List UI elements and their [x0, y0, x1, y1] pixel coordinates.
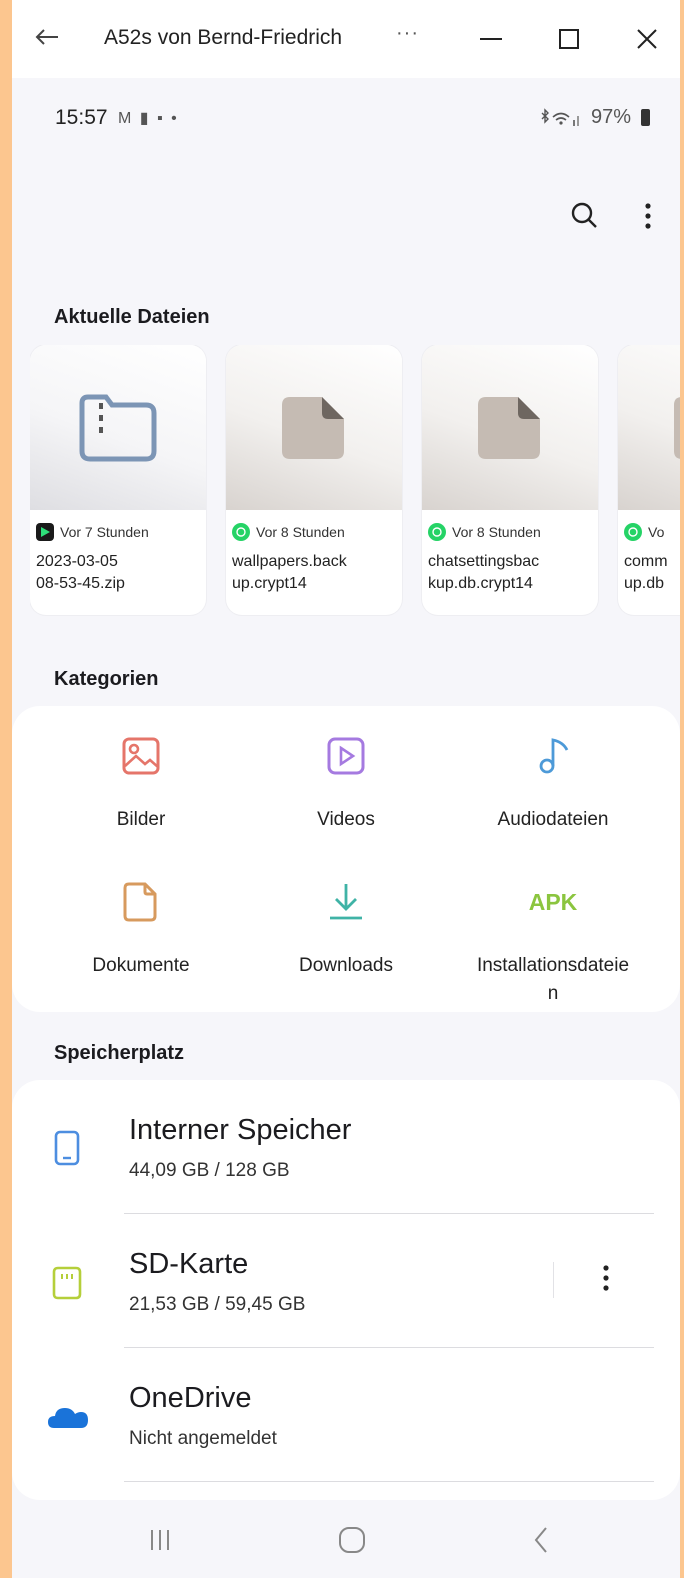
storage-internal[interactable]: Interner Speicher 44,09 GB / 128 GB: [12, 1080, 680, 1214]
storage-name: Interner Speicher: [129, 1114, 352, 1146]
image-icon: [122, 737, 160, 775]
whatsapp-icon: [428, 523, 446, 541]
folder-zip-icon: [79, 394, 157, 462]
storage-usage: Nicht angemeldet: [129, 1428, 277, 1449]
file-icon: [478, 397, 540, 459]
video-icon: [327, 737, 365, 775]
file-name: 2023-03-05 08-53-45.zip: [36, 553, 125, 592]
file-thumbnail: [618, 345, 680, 510]
home-icon[interactable]: [332, 1520, 372, 1560]
category-label: Downloads: [299, 955, 393, 976]
recent-file-card[interactable]: Vor 8 Stunden wallpapers.back up.crypt14: [226, 345, 402, 615]
file-icon: [674, 397, 680, 459]
battery-icon: [641, 109, 650, 126]
document-icon: [123, 882, 157, 922]
storage-heading: Speicherplatz: [54, 1042, 185, 1064]
storage-sd-card[interactable]: SD-Karte 21,53 GB / 59,45 GB: [12, 1214, 680, 1348]
file-meta: Vo: [624, 523, 664, 541]
recent-files-heading: Aktuelle Dateien: [54, 306, 210, 328]
file-name: wallpapers.back up.crypt14: [232, 553, 347, 592]
window-title: A52s von Bernd-Friedrich: [104, 26, 343, 49]
storage-onedrive[interactable]: OneDrive Nicht angemeldet: [12, 1348, 680, 1482]
storage-panel: Interner Speicher 44,09 GB / 128 GB SD-K…: [12, 1080, 680, 1500]
category-dokumente[interactable]: Dokumente: [36, 852, 246, 976]
categories-heading: Kategorien: [54, 668, 159, 690]
category-audiodateien[interactable]: Audiodateien: [448, 706, 658, 830]
apk-icon: APK: [528, 889, 578, 915]
sd-card-menu-icon[interactable]: [596, 1258, 616, 1298]
storage-name: OneDrive: [129, 1382, 252, 1414]
music-icon: [539, 738, 569, 774]
category-label: Dokumente: [92, 955, 190, 976]
file-meta: Vor 8 Stunden: [428, 523, 541, 541]
storage-name: SD-Karte: [129, 1248, 249, 1280]
app-window: A52s von Bernd-Friedrich ··· 15:57 M ▮ ▪…: [12, 0, 680, 1578]
file-name: chatsettingsbac kup.db.crypt14: [428, 553, 540, 592]
onedrive-cloud-icon: [48, 1408, 88, 1428]
phone-status-bar: 15:57 M ▮ ▪ • 97%: [12, 78, 680, 156]
file-icon: [282, 397, 344, 459]
recent-file-card[interactable]: Vor 8 Stunden chatsettingsbac kup.db.cry…: [422, 345, 598, 615]
whatsapp-icon: [232, 523, 250, 541]
storage-usage: 21,53 GB / 59,45 GB: [129, 1294, 306, 1315]
minimize-icon[interactable]: [474, 22, 508, 56]
recent-file-card[interactable]: Vo comm up.db: [618, 345, 680, 615]
whatsapp-icon: [624, 523, 642, 541]
category-label: Videos: [317, 809, 375, 830]
download-icon: [330, 884, 362, 920]
file-meta: Vor 8 Stunden: [232, 523, 345, 541]
file-name: comm up.db: [624, 553, 668, 592]
file-age: Vo: [648, 524, 665, 540]
bluetooth-wifi-signal-icon: [541, 107, 579, 126]
back-icon[interactable]: [522, 1520, 562, 1560]
close-icon[interactable]: [630, 22, 664, 56]
play-icon: [36, 523, 54, 541]
sd-card-icon: [52, 1266, 82, 1300]
back-arrow-icon[interactable]: [32, 22, 62, 52]
recent-file-card[interactable]: Vor 7 Stunden 2023-03-05 08-53-45.zip: [30, 345, 206, 615]
file-thumbnail: [30, 345, 206, 510]
category-label: Bilder: [116, 809, 166, 830]
overflow-menu-icon[interactable]: [630, 196, 666, 236]
category-bilder[interactable]: Bilder: [36, 706, 246, 830]
file-meta: Vor 7 Stunden: [36, 523, 149, 541]
category-downloads[interactable]: Downloads: [241, 852, 451, 976]
android-nav-bar: [12, 1500, 680, 1578]
file-age: Vor 8 Stunden: [256, 524, 345, 540]
maximize-icon[interactable]: [552, 22, 586, 56]
divider: [553, 1262, 554, 1298]
category-label: Installationsdateie n: [476, 955, 630, 1004]
status-time: 15:57: [55, 106, 108, 129]
search-icon[interactable]: [566, 196, 602, 236]
window-titlebar: A52s von Bernd-Friedrich ···: [12, 0, 680, 78]
file-age: Vor 8 Stunden: [452, 524, 541, 540]
recent-apps-icon[interactable]: [140, 1520, 180, 1560]
more-options-button[interactable]: ···: [396, 22, 419, 45]
status-right: 97%: [539, 106, 650, 129]
category-label: Audiodateien: [497, 809, 609, 830]
top-actions: [480, 190, 680, 250]
categories-panel: Bilder Videos Audiodateien Dokumente Dow…: [12, 706, 680, 1012]
recent-files-list: Vor 7 Stunden 2023-03-05 08-53-45.zip Vo…: [30, 345, 680, 617]
category-installationsdateien[interactable]: APK Installationsdateie n: [448, 852, 658, 1004]
category-videos[interactable]: Videos: [241, 706, 451, 830]
file-thumbnail: [226, 345, 402, 510]
notification-icons: M ▮ ▪ •: [118, 110, 179, 127]
divider: [124, 1481, 654, 1482]
battery-percent: 97%: [590, 106, 631, 128]
storage-usage: 44,09 GB / 128 GB: [129, 1160, 290, 1181]
phone-storage-icon: [54, 1130, 80, 1166]
file-age: Vor 7 Stunden: [60, 524, 149, 540]
file-thumbnail: [422, 345, 598, 510]
